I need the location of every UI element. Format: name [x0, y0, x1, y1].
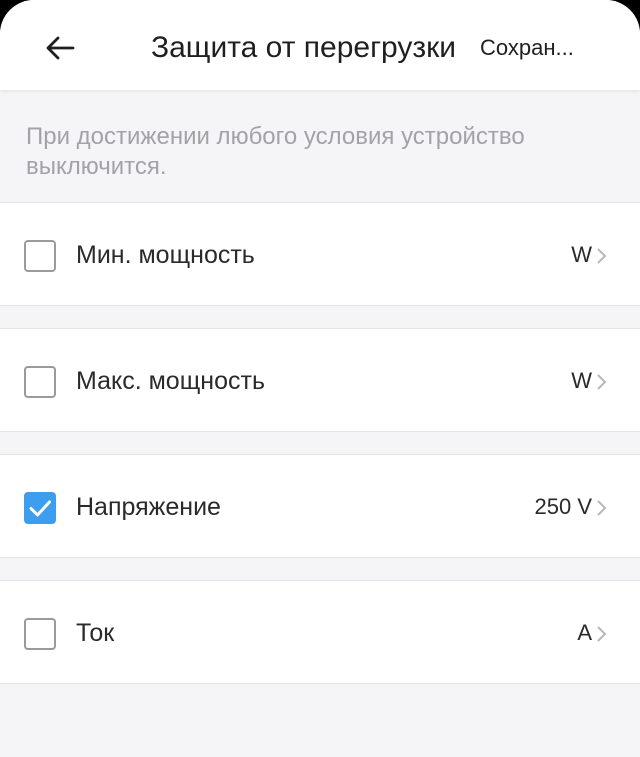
overload-protection-screen: Защита от перегрузки Сохран... При дости…	[0, 0, 640, 757]
arrow-left-icon	[46, 36, 75, 60]
condition-value: W	[571, 368, 592, 393]
condition-label: Ток	[76, 619, 115, 647]
chevron-right-icon	[597, 626, 607, 642]
app-header: Защита от перегрузки Сохран...	[0, 0, 640, 90]
condition-row-max-power[interactable]: Макс. мощность W	[0, 328, 640, 432]
save-button[interactable]: Сохран...	[480, 34, 574, 62]
current-checkbox[interactable]	[24, 618, 56, 650]
min-power-checkbox[interactable]	[24, 240, 56, 272]
condition-row-voltage[interactable]: Напряжение 250 V	[0, 454, 640, 558]
max-power-checkbox[interactable]	[24, 366, 56, 398]
condition-row-current[interactable]: Ток A	[0, 580, 640, 684]
chevron-right-icon	[597, 248, 607, 264]
condition-label: Макс. мощность	[76, 367, 265, 395]
condition-label: Мин. мощность	[76, 241, 255, 269]
hint-text: При достижении любого условия устройство…	[26, 123, 525, 180]
condition-value: A	[577, 620, 592, 645]
page-title: Защита от перегрузки	[151, 31, 456, 64]
chevron-right-icon	[597, 500, 607, 516]
condition-value: W	[571, 242, 592, 267]
back-button[interactable]	[36, 24, 84, 72]
condition-row-min-power[interactable]: Мин. мощность W	[0, 202, 640, 306]
condition-label: Напряжение	[76, 493, 221, 521]
chevron-right-icon	[597, 374, 607, 390]
voltage-checkbox[interactable]	[24, 492, 56, 524]
checkmark-icon	[29, 500, 51, 517]
condition-value: 250 V	[534, 494, 593, 519]
